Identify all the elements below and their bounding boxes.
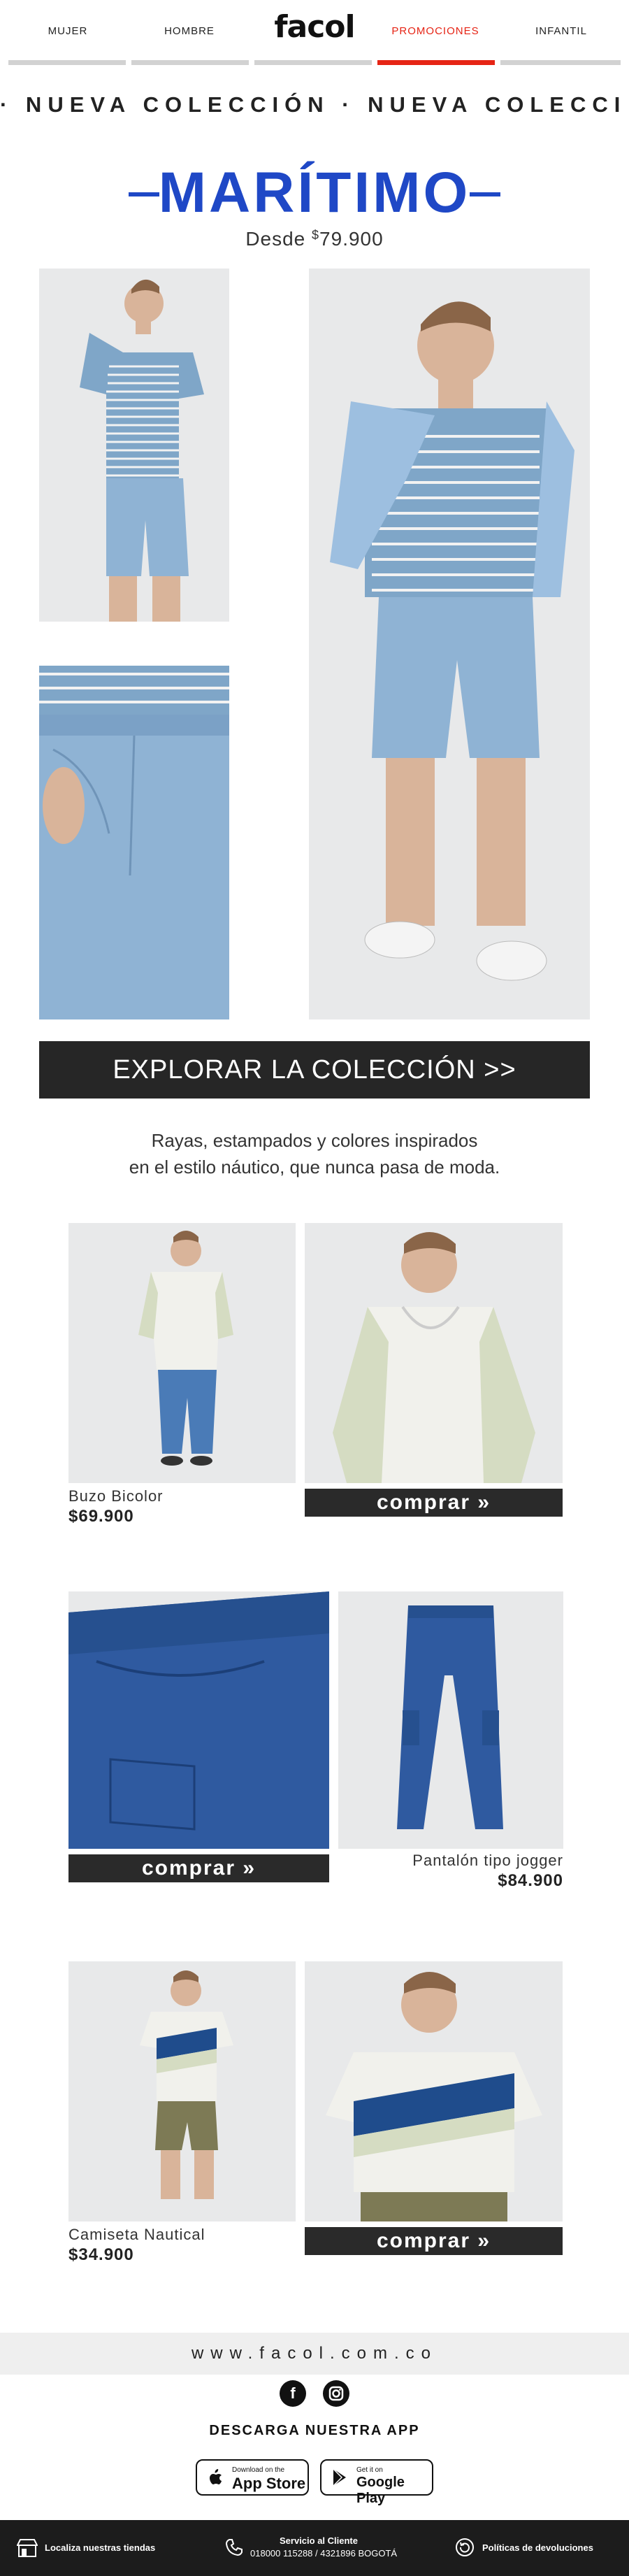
customer-service-title: Servicio al Cliente	[280, 2535, 358, 2546]
customer-service-link[interactable]: Servicio al Cliente 018000 115288 / 4321…	[225, 2520, 421, 2576]
product-photo-jogger-full[interactable]	[338, 1591, 563, 1849]
returns-icon	[456, 2538, 474, 2556]
price-currency: $	[312, 228, 320, 242]
collection-description: Rayas, estampados y colores inspirados e…	[0, 1127, 629, 1180]
hero-photo-model-striped-tee[interactable]	[39, 269, 229, 622]
app-store-big-text: App Store	[232, 2475, 306, 2492]
nav-underline-mujer	[8, 60, 126, 65]
nav-underline-promociones	[377, 60, 495, 65]
product-name-buzo[interactable]: Buzo Bicolor	[68, 1487, 164, 1505]
nav-item-mujer[interactable]: MUJER	[15, 25, 120, 37]
facebook-icon[interactable]: f	[280, 2380, 306, 2407]
explore-collection-button[interactable]: EXPLORAR LA COLECCIÓN >>	[39, 1041, 590, 1099]
store-locator-label: Localiza nuestras tiendas	[45, 2542, 156, 2553]
product-price-buzo: $69.900	[68, 1507, 134, 1526]
returns-policy-label: Políticas de devoluciones	[482, 2542, 593, 2553]
product-photo-camiseta-detail[interactable]	[305, 1961, 563, 2221]
nueva-coleccion-marquee: · NUEVA COLECCIÓN · NUEVA COLECCI	[0, 92, 627, 117]
google-play-icon	[333, 2468, 346, 2486]
product-price-camiseta: $34.900	[68, 2245, 134, 2264]
download-app-title: DESCARGA NUESTRA APP	[209, 2423, 420, 2438]
phone-icon	[225, 2539, 243, 2556]
nav-underline-logo	[254, 60, 372, 65]
product-price-jogger: $84.900	[498, 1871, 563, 1890]
buy-button-camiseta[interactable]: comprar »	[305, 2227, 563, 2255]
google-play-badge[interactable]: Get it on Google Play	[320, 2459, 433, 2506]
price-prefix: Desde	[245, 228, 306, 250]
product-photo-buzo-model[interactable]	[68, 1223, 296, 1483]
hero-photo-model-sweater-shoulders[interactable]	[309, 269, 590, 1019]
apple-icon	[210, 2469, 222, 2484]
collection-price: Desde $79.900	[0, 228, 629, 250]
description-line-1: Rayas, estampados y colores inspirados	[151, 1130, 478, 1151]
nav-item-promociones[interactable]: PROMOCIONES	[383, 25, 488, 37]
instagram-icon[interactable]	[323, 2380, 349, 2407]
product-name-jogger[interactable]: Pantalón tipo jogger	[338, 1852, 563, 1870]
google-play-big-text: Google Play	[356, 2475, 405, 2506]
google-play-small-text: Get it on	[356, 2466, 383, 2474]
product-photo-jogger-detail[interactable]	[68, 1591, 329, 1849]
app-store-small-text: Download on the	[232, 2466, 285, 2474]
app-store-badge[interactable]: Download on the App Store	[196, 2459, 309, 2496]
customer-service-phone: 018000 115288 / 4321896 BOGOTÁ	[250, 2548, 398, 2559]
product-photo-camiseta-model[interactable]	[68, 1961, 296, 2221]
product-name-camiseta[interactable]: Camiseta Nautical	[68, 2226, 205, 2244]
buy-button-jogger[interactable]: comprar »	[68, 1854, 329, 1882]
website-url[interactable]: www.facol.com.co	[0, 2333, 629, 2375]
nav-underline-hombre	[131, 60, 249, 65]
store-icon	[17, 2539, 38, 2557]
buy-button-buzo[interactable]: comprar »	[305, 1489, 563, 1517]
nav-item-hombre[interactable]: HOMBRE	[137, 25, 242, 37]
collection-title: MARÍTIMO	[158, 161, 471, 224]
price-value: 79.900	[319, 228, 384, 250]
footer-bar: Localiza nuestras tiendas Servicio al Cl…	[0, 2520, 629, 2576]
product-photo-buzo-detail[interactable]	[305, 1223, 563, 1483]
description-line-2: en el estilo náutico, que nunca pasa de …	[129, 1157, 500, 1178]
store-locator-link[interactable]: Localiza nuestras tiendas	[17, 2520, 198, 2576]
nav-underline-infantil	[500, 60, 621, 65]
hero-photo-shorts-closeup[interactable]	[39, 666, 229, 1019]
nav-item-infantil[interactable]: INFANTIL	[509, 25, 614, 37]
returns-policy-link[interactable]: Políticas de devoluciones	[454, 2520, 622, 2576]
top-nav: MUJER HOMBRE facol PROMOCIONES INFANTIL	[0, 0, 629, 67]
facol-logo[interactable]: facol	[271, 10, 358, 45]
